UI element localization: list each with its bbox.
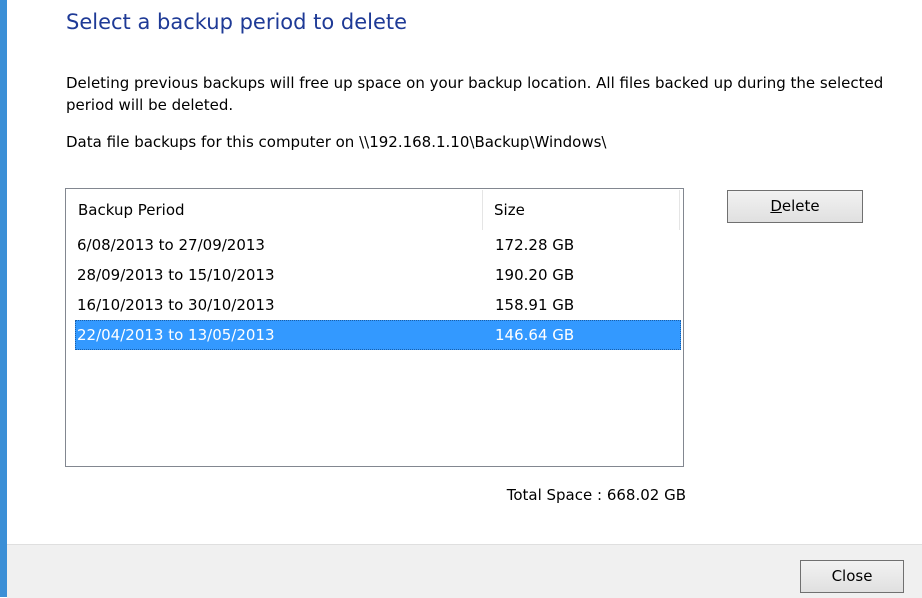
delete-button[interactable]: Delete bbox=[727, 190, 863, 223]
list-row[interactable]: 28/09/2013 to 15/10/2013 190.20 GB bbox=[75, 260, 681, 290]
dialog-footer bbox=[7, 544, 922, 598]
cell-backup-period: 6/08/2013 to 27/09/2013 bbox=[77, 236, 265, 254]
cell-size: 190.20 GB bbox=[495, 266, 575, 284]
list-row[interactable]: 16/10/2013 to 30/10/2013 158.91 GB bbox=[75, 290, 681, 320]
column-header-backup-period[interactable]: Backup Period bbox=[67, 190, 483, 230]
backup-period-list[interactable]: Backup Period Size 6/08/2013 to 27/09/20… bbox=[65, 188, 684, 467]
delete-mnemonic: D bbox=[770, 197, 782, 215]
cell-size: 146.64 GB bbox=[495, 326, 575, 344]
delete-label: elete bbox=[781, 197, 820, 215]
dialog-title: Select a backup period to delete bbox=[66, 10, 408, 34]
list-row-selected[interactable]: 22/04/2013 to 13/05/2013 146.64 GB bbox=[75, 320, 681, 350]
total-space-label: Total Space : 668.02 GB bbox=[506, 486, 686, 504]
backup-location-text: Data file backups for this computer on \… bbox=[66, 133, 607, 151]
cell-backup-period: 16/10/2013 to 30/10/2013 bbox=[77, 296, 275, 314]
cell-backup-period: 28/09/2013 to 15/10/2013 bbox=[77, 266, 275, 284]
cell-size: 158.91 GB bbox=[495, 296, 575, 314]
list-row[interactable]: 6/08/2013 to 27/09/2013 172.28 GB bbox=[75, 230, 681, 260]
column-header-size[interactable]: Size bbox=[483, 190, 680, 230]
cell-size: 172.28 GB bbox=[495, 236, 575, 254]
window-left-border bbox=[0, 0, 7, 597]
list-header: Backup Period Size bbox=[67, 190, 682, 230]
dialog-description: Deleting previous backups will free up s… bbox=[66, 74, 884, 114]
close-button[interactable]: Close bbox=[800, 560, 904, 593]
cell-backup-period: 22/04/2013 to 13/05/2013 bbox=[77, 326, 275, 344]
